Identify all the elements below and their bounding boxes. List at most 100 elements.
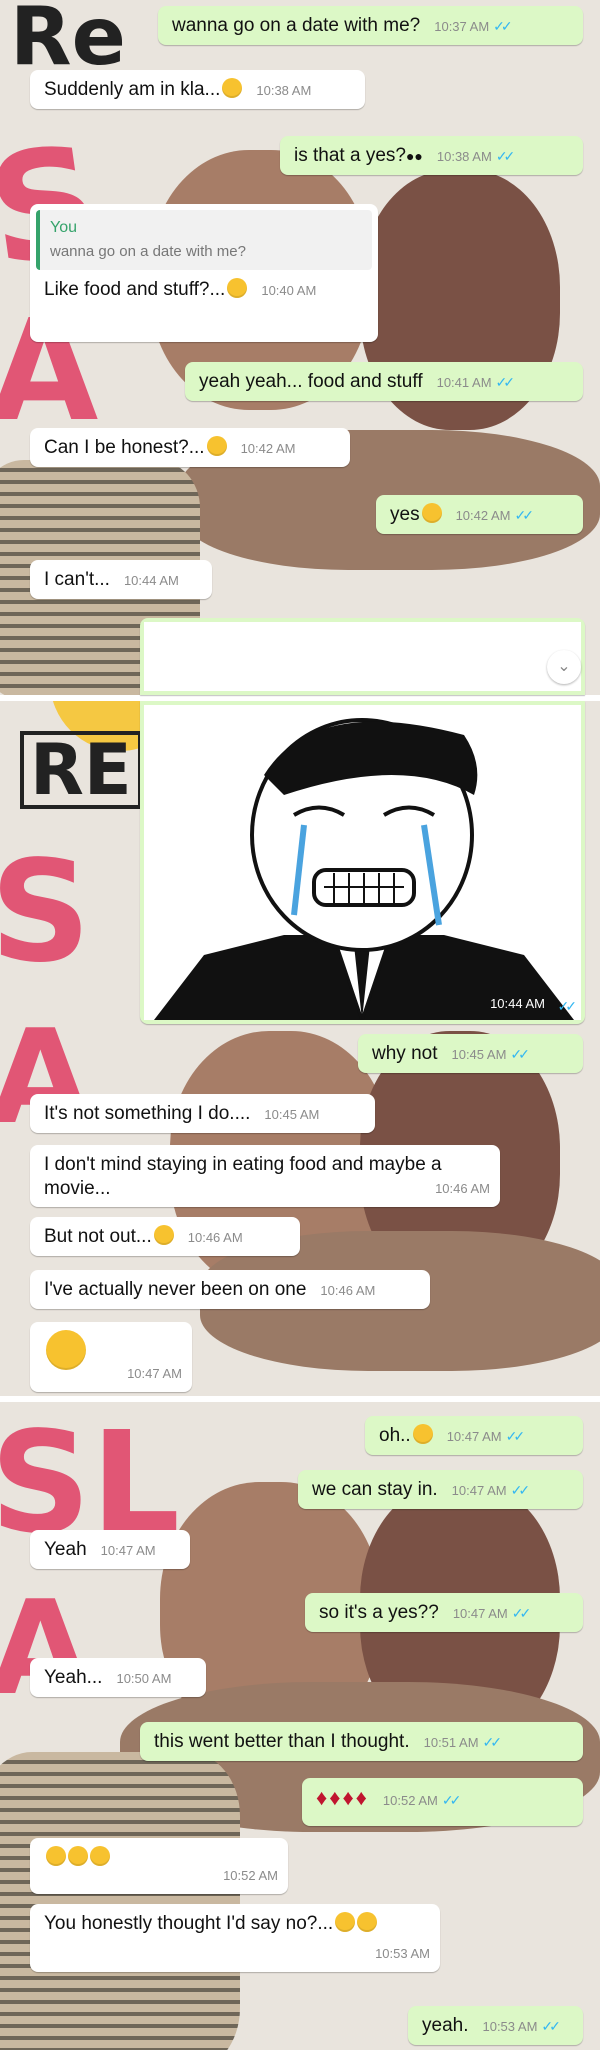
- eyes-emoji-icon: ●●: [405, 148, 423, 164]
- read-ticks-icon: ✓✓: [441, 1792, 462, 1808]
- message-time: 10:47 AM: [100, 1543, 156, 1558]
- message-time: 10:47 AM: [452, 1606, 508, 1621]
- message-text: Can I be honest?...: [44, 437, 205, 458]
- message-text: why not: [372, 1043, 438, 1064]
- message-text: Yeah: [44, 1539, 87, 1560]
- message-time: 10:47 AM: [451, 1483, 507, 1498]
- message-time: 10:46 AM: [435, 1181, 490, 1196]
- message-time: 10:52 AM: [382, 1793, 438, 1808]
- message-time: 10:38 AM: [436, 149, 492, 164]
- sad-sweat-emoji-icon: [153, 1225, 174, 1245]
- incoming-message[interactable]: Can I be honest?... 10:42 AM: [30, 428, 350, 467]
- outgoing-message[interactable]: wanna go on a date with me? 10:37 AM ✓✓: [158, 6, 583, 45]
- wall-graffiti-text: RE: [20, 731, 142, 809]
- wall-graffiti-red: A: [0, 1572, 91, 1724]
- outgoing-message[interactable]: why not 10:45 AM ✓✓: [358, 1034, 583, 1073]
- incoming-message[interactable]: It's not something I do.... 10:45 AM: [30, 1094, 375, 1133]
- incoming-message[interactable]: Yeah 10:47 AM: [30, 1530, 190, 1569]
- incoming-message[interactable]: Suddenly am in kla... 10:38 AM: [30, 70, 365, 109]
- read-ticks-icon: ✓✓: [505, 1428, 526, 1444]
- message-text: yes: [390, 504, 420, 525]
- outgoing-message[interactable]: this went better than I thought. 10:51 AM…: [140, 1722, 583, 1761]
- message-text: Like food and stuff?...: [44, 279, 226, 300]
- incoming-message[interactable]: I can't... 10:44 AM: [30, 560, 212, 599]
- outgoing-message[interactable]: yeah yeah... food and stuff 10:41 AM ✓✓: [185, 362, 583, 401]
- message-time: 10:52 AM: [223, 1868, 278, 1883]
- meme-image[interactable]: [144, 622, 581, 691]
- laughing-emoji-icon: [46, 1846, 66, 1866]
- message-text: yeah yeah... food and stuff: [199, 371, 423, 392]
- message-time: 10:46 AM: [187, 1230, 243, 1245]
- read-ticks-icon: ✓✓: [510, 1482, 531, 1498]
- message-time: 10:46 AM: [320, 1283, 376, 1298]
- read-ticks-icon: ✓✓: [514, 507, 535, 523]
- incoming-message[interactable]: But not out... 10:46 AM: [30, 1217, 300, 1256]
- quoted-text: wanna go on a date with me?: [50, 243, 246, 260]
- striped-shirt: [0, 1752, 240, 2050]
- message-time: 10:45 AM: [451, 1047, 507, 1062]
- message-time: 10:53 AM: [375, 1946, 430, 1961]
- message-text: yeah.: [422, 2015, 469, 2036]
- message-time: 10:38 AM: [256, 83, 312, 98]
- message-text: this went better than I thought.: [154, 1731, 410, 1752]
- grinning-sweat-emoji-icon: [222, 78, 243, 98]
- incoming-emoji-message[interactable]: 10:52 AM: [30, 1838, 288, 1894]
- message-time: 10:45 AM: [264, 1107, 320, 1122]
- message-text: wanna go on a date with me?: [172, 15, 421, 36]
- quoted-author: You: [50, 219, 77, 236]
- message-text: oh..: [379, 1425, 411, 1446]
- read-ticks-icon: ✓✓: [510, 1046, 530, 1062]
- message-text: You honestly thought I'd say no?...: [44, 1913, 334, 1934]
- incoming-message[interactable]: I've actually never been on one 10:46 AM: [30, 1270, 430, 1309]
- outgoing-emoji-message[interactable]: ♦♦♦♦ 10:52 AM ✓✓: [302, 1778, 583, 1826]
- outgoing-image-message[interactable]: 10:44 AM ✓✓: [140, 701, 585, 1025]
- message-text: is that a yes?: [294, 145, 406, 166]
- laughing-emoji-icon: [90, 1846, 110, 1866]
- read-ticks-icon: ✓✓: [557, 998, 578, 1014]
- outgoing-message[interactable]: so it's a yes?? 10:47 AM ✓✓: [305, 1593, 583, 1632]
- laughing-emoji-icon: [357, 1912, 378, 1932]
- incoming-reply-message[interactable]: You wanna go on a date with me? Like foo…: [30, 204, 378, 342]
- scroll-down-icon[interactable]: ⌄: [547, 650, 581, 684]
- incoming-message[interactable]: Yeah... 10:50 AM: [30, 1658, 206, 1697]
- read-ticks-icon: ✓✓: [482, 1734, 503, 1750]
- message-time: 10:47 AM: [446, 1429, 502, 1444]
- message-time: 10:42 AM: [240, 441, 296, 456]
- dancers-emoji-icon: ♦♦♦♦: [316, 1785, 369, 1810]
- read-ticks-icon: ✓✓: [495, 374, 516, 390]
- read-ticks-icon: ✓✓: [493, 18, 513, 34]
- outgoing-image-message[interactable]: ⌄: [140, 618, 585, 695]
- message-text: I can't...: [44, 569, 110, 590]
- read-ticks-icon: ✓✓: [511, 1605, 532, 1621]
- grinning-sweat-emoji-icon: [421, 503, 442, 523]
- message-text: we can stay in.: [312, 1479, 438, 1500]
- incoming-message[interactable]: You honestly thought I'd say no?... 10:5…: [30, 1904, 440, 1972]
- message-text: Suddenly am in kla...: [44, 79, 221, 100]
- message-time: 10:53 AM: [482, 2019, 538, 2034]
- quoted-message[interactable]: You wanna go on a date with me?: [36, 210, 372, 270]
- outgoing-message[interactable]: oh.. 10:47 AM ✓✓: [365, 1416, 583, 1455]
- incoming-message[interactable]: I don't mind staying in eating food and …: [30, 1145, 500, 1207]
- message-time: 10:42 AM: [455, 508, 511, 523]
- message-time: 10:40 AM: [261, 283, 317, 298]
- laughing-emoji-icon: [68, 1846, 88, 1866]
- message-time: 10:51 AM: [423, 1735, 479, 1750]
- read-ticks-icon: ✓✓: [541, 2018, 561, 2034]
- message-time: 10:44 AM: [123, 573, 179, 588]
- message-text: It's not something I do....: [44, 1103, 251, 1124]
- read-ticks-icon: ✓✓: [495, 148, 516, 164]
- message-text: I don't mind staying in eating food and …: [44, 1154, 442, 1199]
- message-text: I've actually never been on one: [44, 1279, 307, 1300]
- crying-meme-face-image[interactable]: [144, 705, 581, 1025]
- outgoing-message[interactable]: we can stay in. 10:47 AM ✓✓: [298, 1470, 583, 1509]
- outgoing-message[interactable]: is that a yes?●● 10:38 AM ✓✓: [280, 136, 583, 175]
- incoming-emoji-message[interactable]: 10:47 AM: [30, 1322, 192, 1392]
- smile-emoji-icon: [412, 1424, 433, 1444]
- outgoing-message[interactable]: yes 10:42 AM ✓✓: [376, 495, 583, 534]
- smile-emoji-icon: [206, 436, 227, 456]
- message-text: Yeah...: [44, 1667, 103, 1688]
- message-time: 10:50 AM: [116, 1671, 172, 1686]
- message-time: 10:44 AM: [490, 996, 545, 1011]
- thinking-emoji-icon: [227, 278, 248, 298]
- outgoing-message[interactable]: yeah. 10:53 AM ✓✓: [408, 2006, 583, 2045]
